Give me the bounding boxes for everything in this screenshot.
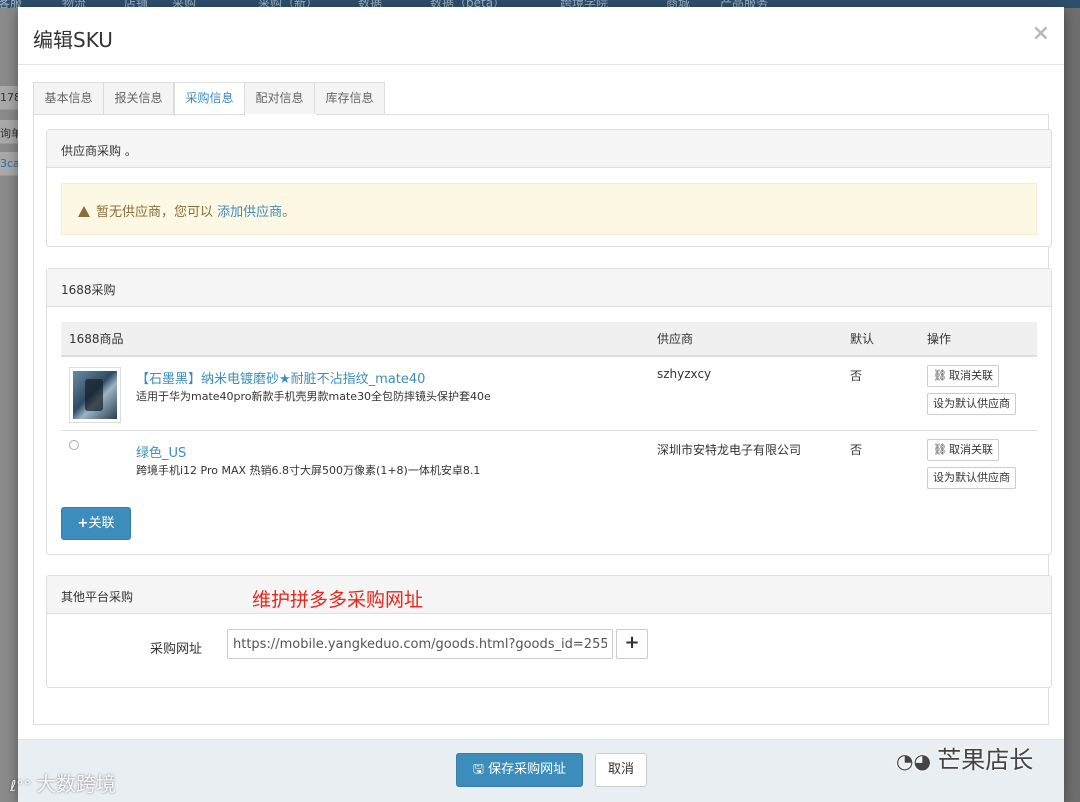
- purchase-url-input[interactable]: [227, 629, 613, 659]
- background-right-panel: [1064, 8, 1080, 802]
- modal-header: 编辑SKU ×: [18, 7, 1064, 65]
- column-header: 操作: [919, 322, 1037, 357]
- column-header: 1688商品: [61, 322, 649, 357]
- unlink-button[interactable]: ⛓ 取消关联: [927, 365, 999, 387]
- row-radio[interactable]: [69, 439, 79, 450]
- product-description: 适用于华为mate40pro新款手机壳男款mate30全包防摔镜头保护套40e: [136, 390, 491, 403]
- watermark-logo-icon: ℓ°°: [10, 777, 36, 795]
- link-1688-button[interactable]: +关联: [61, 507, 131, 540]
- cancel-button[interactable]: 取消: [595, 753, 647, 787]
- watermark-left: ℓ°° 大数跨境: [10, 772, 116, 796]
- wechat-icon: ◔◕: [896, 749, 938, 773]
- add-supplier-link[interactable]: 添加供应商: [217, 205, 282, 220]
- add-url-button[interactable]: +: [616, 629, 648, 659]
- product-description: 跨境手机i12 Pro MAX 热销6.8寸大屏500万像素(1+8)一体机安卓…: [136, 463, 481, 477]
- modal-title: 编辑SKU: [33, 28, 113, 52]
- product-title-link[interactable]: 绿色_US: [136, 442, 186, 461]
- alert-suffix: 。: [282, 205, 296, 220]
- tab-basic-info[interactable]: 基本信息: [33, 82, 104, 115]
- column-header: 默认: [842, 322, 919, 357]
- close-icon[interactable]: ×: [1032, 21, 1050, 46]
- default-cell: 否: [850, 442, 863, 457]
- supplier-cell: szhyzxcy: [649, 356, 842, 431]
- save-purchase-url-button[interactable]: 🖫 保存采购网址: [456, 753, 583, 787]
- annotation-text: 维护拼多多采购网址: [252, 589, 424, 611]
- tab-content: 供应商采购 。 暂无供应商，您可以 添加供应商。 1688采购 1688商品 供…: [33, 115, 1052, 725]
- edit-sku-modal: 编辑SKU × 基本信息 报关信息 采购信息 配对信息 库存信息 供应商采购 。…: [18, 7, 1064, 802]
- warning-icon: [78, 206, 90, 217]
- save-icon: 🖫: [472, 762, 489, 777]
- purchase-url-label: 采购网址: [150, 642, 203, 657]
- tab-customs-info[interactable]: 报关信息: [103, 82, 174, 115]
- set-default-supplier-button[interactable]: 设为默认供应商: [927, 466, 1016, 489]
- supplier-panel: 供应商采购 。 暂无供应商，您可以 添加供应商。: [46, 129, 1052, 247]
- set-default-supplier-button[interactable]: 设为默认供应商: [927, 393, 1016, 415]
- background-left-panel: 178 询单拍 3ca: [0, 8, 18, 802]
- alert-text: 暂无供应商，您可以: [96, 205, 218, 220]
- panel-title: 其他平台采购: [47, 576, 1051, 614]
- plus-icon: +: [77, 516, 89, 531]
- unlink-icon: ⛓: [933, 369, 947, 382]
- product-table: 1688商品 供应商 默认 操作 【石墨黑】纳米电镀磨砂★耐脏不沾指纹_mate…: [61, 322, 1037, 503]
- tab-pairing-info[interactable]: 配对信息: [244, 82, 315, 115]
- table-row: 【石墨黑】纳米电镀磨砂★耐脏不沾指纹_mate40 适用于华为mate40pro…: [61, 356, 1037, 431]
- product-title-link[interactable]: 【石墨黑】纳米电镀磨砂★耐脏不沾指纹_mate40: [136, 368, 425, 387]
- panel-title: 供应商采购 。: [47, 130, 1051, 168]
- bg-left-strip: 3ca: [0, 152, 18, 176]
- panel-1688: 1688采购 1688商品 供应商 默认 操作 【石墨黑】纳米电镀磨砂★耐脏不沾…: [46, 268, 1052, 555]
- panel-title: 1688采购: [47, 269, 1051, 307]
- tab-purchase-info[interactable]: 采购信息: [174, 82, 245, 116]
- supplier-cell: 深圳市安特龙电子有限公司: [657, 442, 802, 457]
- other-platform-panel: 其他平台采购 维护拼多多采购网址 采购网址 +: [46, 575, 1052, 688]
- unlink-button[interactable]: ⛓ 取消关联: [927, 438, 999, 461]
- bg-left-strip: 询单拍: [0, 120, 18, 144]
- unlink-icon: ⛓: [933, 442, 947, 456]
- watermark-right: ◔◕ 芒果店长: [896, 746, 1034, 774]
- no-supplier-alert: 暂无供应商，您可以 添加供应商。: [61, 183, 1037, 235]
- table-row: 绿色_US 跨境手机i12 Pro MAX 热销6.8寸大屏500万像素(1+8…: [61, 430, 1037, 503]
- tab-inventory-info[interactable]: 库存信息: [314, 82, 385, 115]
- default-cell: 否: [842, 356, 919, 431]
- column-header: 供应商: [649, 322, 842, 357]
- product-thumbnail[interactable]: [69, 367, 121, 423]
- bg-left-strip: 178: [0, 86, 18, 110]
